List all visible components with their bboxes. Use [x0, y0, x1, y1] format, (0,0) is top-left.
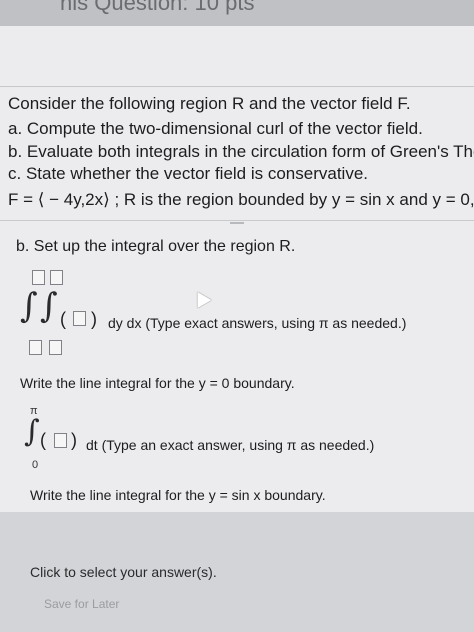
select-answers-text: Click to select your answer(s).: [30, 564, 217, 580]
outer-lower-limit-input[interactable]: [29, 340, 42, 355]
save-for-later-button[interactable]: Save for Later: [44, 597, 119, 611]
left-paren: (: [60, 309, 66, 329]
vector-field-definition: F = ⟨ − 4y,2x⟩ ; R is the region bounded…: [8, 190, 474, 209]
right-paren: ): [91, 309, 97, 329]
top-band: his Question: 10 pts: [0, 0, 474, 27]
inner-lower-limit-input[interactable]: [49, 340, 62, 355]
double-integral-instructions: dy dx (Type exact answers, using π as ne…: [108, 315, 407, 331]
separator-handle: [230, 216, 244, 224]
integrand-input[interactable]: [73, 311, 86, 326]
question-part-c: c. State whether the vector field is con…: [8, 164, 369, 183]
line-integrand-y0-input[interactable]: [54, 433, 67, 448]
inner-integral-sign: ∫: [40, 286, 58, 326]
divider: [0, 86, 474, 87]
question-points-title: his Question: 10 pts: [60, 0, 255, 15]
part-b-prompt: b. Set up the integral over the region R…: [16, 238, 296, 255]
question-intro: Consider the following region R and the …: [8, 94, 411, 113]
line-integral-y0-label: Write the line integral for the y = 0 bo…: [20, 375, 295, 391]
question-part-a: a. Compute the two-dimensional curl of t…: [8, 119, 423, 138]
lower-limit: 0: [32, 459, 39, 471]
left-paren-2: (: [40, 430, 46, 450]
line-integral-y0-instructions: dt (Type an exact answer, using π as nee…: [86, 437, 375, 453]
right-paren-2: ): [71, 430, 77, 450]
outer-upper-limit-input[interactable]: [32, 270, 45, 285]
question-part-b: b. Evaluate both integrals in the circul…: [8, 142, 474, 161]
line-integral-sin-label: Write the line integral for the y = sin …: [30, 487, 326, 503]
outer-integral-sign: ∫: [20, 286, 38, 326]
inner-upper-limit-input[interactable]: [50, 270, 63, 285]
line-integral-sign: ∫: [24, 414, 40, 449]
